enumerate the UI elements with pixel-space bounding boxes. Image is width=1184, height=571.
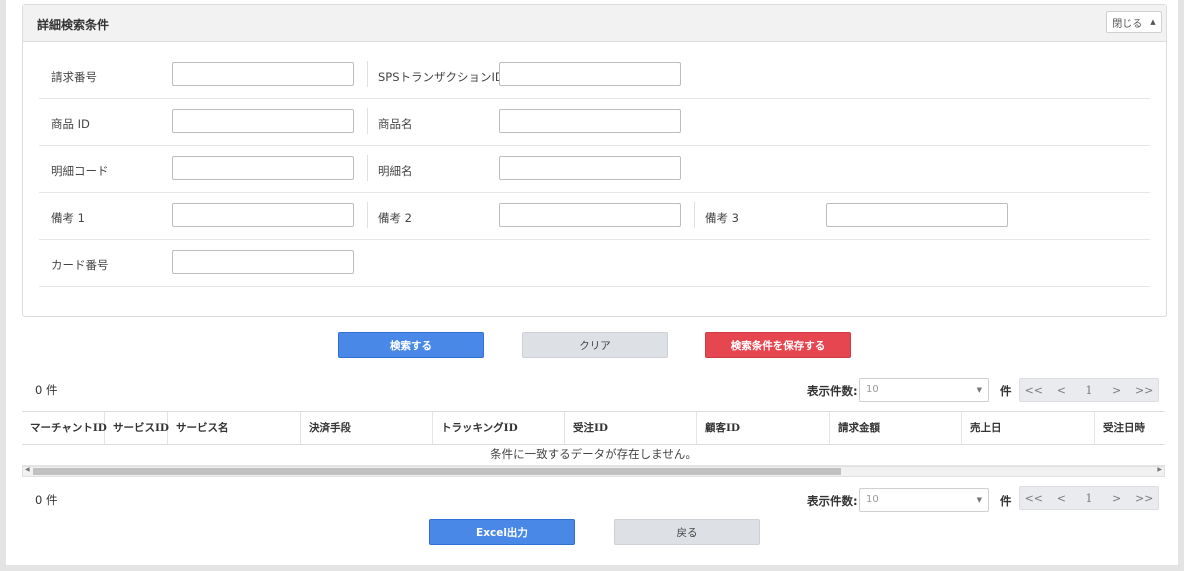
clear-button[interactable]: クリア [522,332,668,358]
form-row: 商品 ID 商品名 [39,99,1150,146]
field-label: SPSトランザクションID [378,70,504,84]
chevron-down-icon: ▼ [976,496,982,504]
first-page-button[interactable]: << [1020,487,1048,509]
column-header[interactable]: 売上日 [962,412,1095,444]
column-header[interactable]: サービス名 [168,412,301,444]
chevron-down-icon: ▼ [976,386,982,394]
divider [694,202,695,228]
column-header[interactable]: 受注ID [565,412,697,444]
form-row: カード番号 [39,240,1150,287]
field-label: 備考 2 [378,211,412,225]
divider [367,202,368,228]
first-page-button[interactable]: << [1020,379,1048,401]
per-page-label: 表示件数: [807,384,858,398]
excel-export-button[interactable]: Excel出力 [429,519,575,545]
back-button[interactable]: 戻る [614,519,760,545]
close-button[interactable]: 閉じる ▲ [1106,11,1162,33]
field-label: 備考 3 [705,211,739,225]
detail-name-input[interactable] [499,156,681,180]
scrollbar-thumb[interactable] [33,468,841,475]
per-page-value: 10 [866,494,879,505]
pagination: << < 1 > >> [1019,486,1159,510]
result-count: 0 件 [35,493,58,507]
search-panel: 詳細検索条件 閉じる ▲ 請求番号 SPSトランザクションID 商品 ID 商品… [22,4,1167,317]
divider [367,61,368,87]
detail-code-input[interactable] [172,156,354,180]
prev-page-button[interactable]: < [1048,487,1076,509]
result-count: 0 件 [35,383,58,397]
sps-transaction-id-input[interactable] [499,62,681,86]
last-page-button[interactable]: >> [1130,379,1158,401]
divider [367,108,368,134]
save-conditions-button[interactable]: 検索条件を保存する [705,332,851,358]
remarks-3-input[interactable] [826,203,1008,227]
field-label: 請求番号 [51,70,97,84]
form-row: 備考 1 備考 2 備考 3 [39,193,1150,240]
scroll-left-icon[interactable]: ◀ [25,466,30,473]
panel-title: 詳細検索条件 [37,18,110,32]
next-page-button[interactable]: > [1103,487,1131,509]
field-label: 商品名 [378,117,413,131]
invoice-number-input[interactable] [172,62,354,86]
card-number-input[interactable] [172,250,354,274]
field-label: 商品 ID [51,117,90,131]
field-label: 明細コード [51,164,109,178]
scroll-right-icon[interactable]: ▶ [1157,466,1162,473]
next-page-button[interactable]: > [1103,379,1131,401]
page: 詳細検索条件 閉じる ▲ 請求番号 SPSトランザクションID 商品 ID 商品… [6,0,1178,565]
close-button-label: 閉じる [1112,18,1143,30]
column-header[interactable]: 顧客ID [697,412,830,444]
per-page-value: 10 [866,384,879,395]
column-header[interactable]: トラッキングID [433,412,565,444]
search-button[interactable]: 検索する [338,332,484,358]
remarks-1-input[interactable] [172,203,354,227]
field-label: 備考 1 [51,211,85,225]
per-page-select[interactable]: 10 ▼ [859,488,989,512]
field-label: カード番号 [51,258,109,272]
remarks-2-input[interactable] [499,203,681,227]
column-header[interactable]: 請求金額 [830,412,962,444]
column-header[interactable]: 決済手段 [301,412,433,444]
per-page-unit: 件 [1000,384,1012,398]
prev-page-button[interactable]: < [1048,379,1076,401]
page-number[interactable]: 1 [1075,379,1103,401]
form-row: 明細コード 明細名 [39,146,1150,193]
per-page-label: 表示件数: [807,494,858,508]
last-page-button[interactable]: >> [1130,487,1158,509]
column-header[interactable]: マーチャントID [22,412,107,444]
column-header[interactable]: 受注日時 [1095,412,1165,444]
divider [367,155,368,181]
product-name-input[interactable] [499,109,681,133]
per-page-select[interactable]: 10 ▼ [859,378,989,402]
panel-header: 詳細検索条件 閉じる ▲ [23,5,1166,42]
field-label: 明細名 [378,164,413,178]
form-row: 請求番号 SPSトランザクションID [39,52,1150,99]
product-id-input[interactable] [172,109,354,133]
table-header: マーチャントID サービスID サービス名 決済手段 トラッキングID 受注ID… [22,411,1165,445]
pagination: << < 1 > >> [1019,378,1159,402]
per-page-unit: 件 [1000,494,1012,508]
page-number[interactable]: 1 [1075,487,1103,509]
empty-message: 条件に一致するデータが存在しません。 [22,443,1165,466]
column-header[interactable]: サービスID [105,412,169,444]
chevron-up-icon: ▲ [1150,18,1156,26]
horizontal-scrollbar[interactable]: ◀ ▶ [22,466,1165,477]
